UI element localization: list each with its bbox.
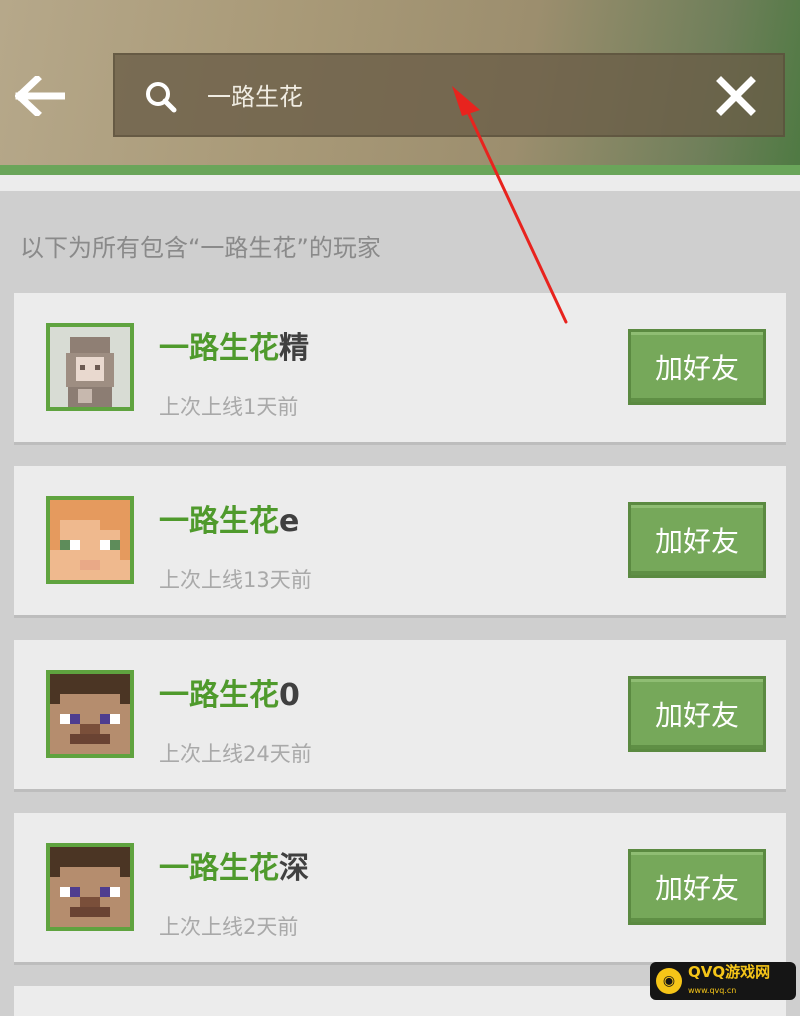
header-divider [0, 165, 800, 175]
player-name: 一路生花0 [159, 678, 300, 713]
add-friend-button[interactable]: 加好友 [628, 329, 766, 405]
last-online: 上次上线1天前 [159, 395, 299, 419]
gamepad-icon: ◉ [656, 968, 682, 994]
last-online: 上次上线2天前 [159, 915, 299, 939]
watermark-url: www.qvq.cn [688, 985, 737, 995]
alex-avatar-icon [50, 500, 130, 580]
player-card: 一路生花深 上次上线2天前 加好友 [14, 813, 786, 965]
avatar[interactable] [46, 670, 134, 758]
add-friend-button[interactable]: 加好友 [628, 502, 766, 578]
last-online: 上次上线13天前 [159, 568, 312, 592]
add-friend-button[interactable]: 加好友 [628, 676, 766, 752]
anime-avatar-icon [50, 327, 130, 407]
search-icon [146, 82, 177, 113]
search-field[interactable]: 一路生花 [113, 53, 785, 137]
steve-avatar-icon [50, 847, 130, 927]
steve-avatar-icon [50, 674, 130, 754]
player-name: 一路生花e [159, 504, 300, 539]
close-icon[interactable] [713, 73, 759, 119]
back-button[interactable] [14, 70, 66, 122]
avatar[interactable] [46, 496, 134, 584]
watermark-text: QVQ游戏网 [688, 962, 771, 981]
player-name: 一路生花精 [159, 331, 309, 366]
player-name: 一路生花深 [159, 851, 309, 886]
search-input[interactable]: 一路生花 [207, 79, 303, 115]
avatar[interactable] [46, 843, 134, 931]
add-friend-button[interactable]: 加好友 [628, 849, 766, 925]
arrow-left-icon [15, 76, 65, 116]
player-card: 一路生花e 上次上线13天前 加好友 [14, 466, 786, 618]
player-card: 一路生花精 上次上线1天前 加好友 [14, 293, 786, 445]
avatar[interactable] [46, 323, 134, 411]
last-online: 上次上线24天前 [159, 742, 312, 766]
results-caption: 以下为所有包含“一路生花”的玩家 [20, 234, 381, 262]
player-card: 一路生花0 上次上线24天前 加好友 [14, 640, 786, 792]
header-shadow [0, 175, 800, 191]
watermark-logo: ◉ QVQ游戏网 www.qvq.cn [650, 962, 796, 1000]
